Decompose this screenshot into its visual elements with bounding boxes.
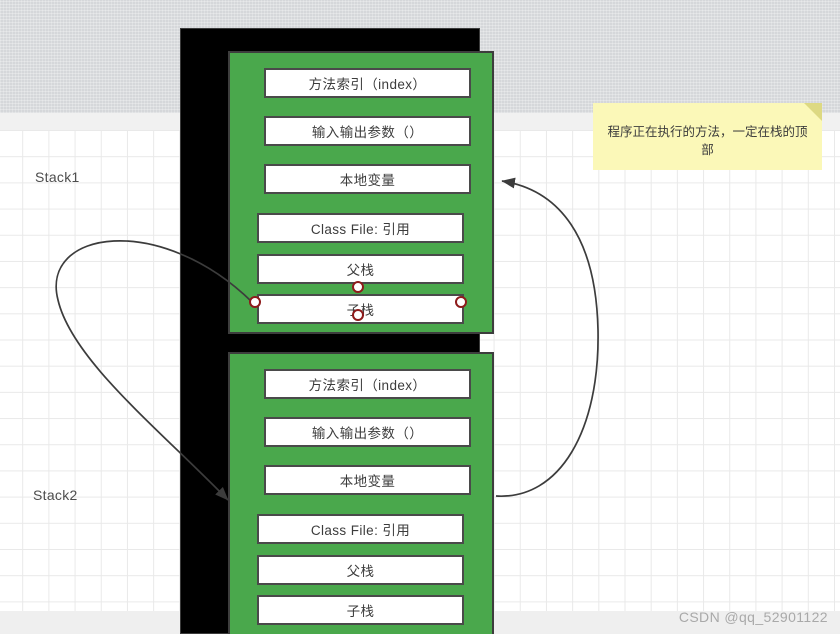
sticky-note[interactable]: 程序正在执行的方法，一定在栈的顶部 [593, 103, 822, 170]
label-stack1: Stack1 [35, 169, 80, 185]
stack1-cell-class-file-ref[interactable]: Class File: 引用 [257, 213, 464, 243]
stack2-cell-class-file-ref[interactable]: Class File: 引用 [257, 514, 464, 544]
watermark: CSDN @qq_52901122 [678, 609, 828, 625]
stack2-cell-child-stack[interactable]: 子栈 [257, 595, 464, 625]
selection-handle-right[interactable] [455, 296, 467, 308]
diagram-canvas: Stack1 Stack2 方法索引（index） 输入输出参数（） 本地变量 … [0, 0, 840, 634]
stack2-cell-io-params[interactable]: 输入输出参数（） [264, 417, 471, 447]
stack2-cell-parent-stack[interactable]: 父栈 [257, 555, 464, 585]
stack2-cell-local-variable[interactable]: 本地变量 [264, 465, 471, 495]
stack2-frame[interactable]: 方法索引（index） 输入输出参数（） 本地变量 Class File: 引用… [228, 352, 494, 634]
selection-handle-bottom[interactable] [352, 309, 364, 321]
label-stack2: Stack2 [33, 487, 78, 503]
stack1-cell-parent-stack[interactable]: 父栈 [257, 254, 464, 284]
selection-handle-top[interactable] [352, 281, 364, 293]
selection-handle-left[interactable] [249, 296, 261, 308]
sticky-note-text: 程序正在执行的方法，一定在栈的顶部 [607, 125, 808, 157]
stack2-cell-method-index[interactable]: 方法索引（index） [264, 369, 471, 399]
stack1-cell-local-variable[interactable]: 本地变量 [264, 164, 471, 194]
stack1-cell-method-index[interactable]: 方法索引（index） [264, 68, 471, 98]
sticky-note-fold-icon [804, 103, 822, 121]
stack1-cell-io-params[interactable]: 输入输出参数（） [264, 116, 471, 146]
